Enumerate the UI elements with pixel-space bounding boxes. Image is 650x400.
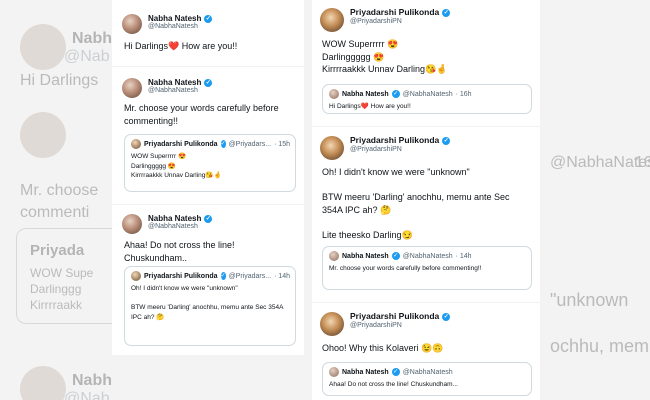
avatar xyxy=(131,139,141,149)
avatar xyxy=(329,89,339,99)
avatar[interactable] xyxy=(122,214,142,234)
avatar[interactable] xyxy=(320,136,344,160)
quoted-text: WOW Superrrrr 😍 Darlinggggg 😍 Kirrrraakk… xyxy=(131,153,222,179)
tweet-text: Hi Darlings❤️ How are you!! xyxy=(124,41,238,51)
tweet-text: Oh! I didn't know we were "unknown" BTW … xyxy=(322,167,510,240)
avatar[interactable] xyxy=(320,8,344,32)
quoted-author-handle: @Priyadars... xyxy=(228,140,272,148)
bg-text: Hi Darlings xyxy=(20,72,99,89)
quoted-tweet[interactable]: Priyadarshi Pulikonda ✓ @Priyadars... · … xyxy=(124,266,296,346)
tweet-header: Priyadarshi Pulikonda ✓ @PriyadarshiPN xyxy=(320,7,451,32)
author-name[interactable]: Nabha Natesh xyxy=(148,14,201,23)
tweet-text: WOW Superrrrr 😍 Darlinggggg 😍 Kirrrraakk… xyxy=(322,39,448,74)
verified-badge-icon: ✓ xyxy=(391,252,400,260)
bg-name: Nabha xyxy=(72,30,112,47)
bg-quote-line: Kirrrraakk xyxy=(30,298,83,312)
author-handle[interactable]: @PriyadarshiPN xyxy=(350,18,450,26)
quoted-author-handle: @NabhaNatesh xyxy=(402,90,453,98)
author-handle[interactable]: @PriyadarshiPN xyxy=(350,322,450,330)
avatar xyxy=(329,367,339,377)
author-handle[interactable]: @NabhaNatesh xyxy=(148,23,212,31)
author-handle[interactable]: @NabhaNatesh xyxy=(148,87,212,95)
quoted-text: Mr. choose your words carefully before c… xyxy=(329,265,482,272)
avatar xyxy=(20,112,66,158)
bg-text: commenti xyxy=(20,204,90,221)
background-left: Nabha @Nab Hi Darlings Mr. choose commen… xyxy=(0,0,112,400)
quoted-author-handle: @NabhaNatesh xyxy=(402,252,453,260)
avatar xyxy=(329,251,339,261)
quoted-tweet[interactable]: Nabha Natesh ✓ @NabhaNatesh Ahaa! Do not… xyxy=(322,362,532,396)
quoted-time: · 14h xyxy=(455,252,472,260)
bg-quote-line: WOW Supe xyxy=(30,266,94,280)
quoted-text: Oh! I didn't know we were "unknown" BTW … xyxy=(131,285,284,321)
bg-quote-box xyxy=(16,228,112,324)
avatar xyxy=(131,271,141,281)
verified-badge-icon: ✓ xyxy=(442,312,451,321)
author-name[interactable]: Nabha Natesh xyxy=(148,78,201,87)
quoted-tweet[interactable]: Nabha Natesh ✓ @NabhaNatesh · 16h Hi Dar… xyxy=(322,84,532,114)
author-name[interactable]: Priyadarshi Pulikonda xyxy=(350,311,439,322)
divider xyxy=(312,126,540,127)
quoted-time: · 16h xyxy=(455,90,472,98)
bg-handle: @Nab xyxy=(64,390,110,400)
bg-text: Mr. choose xyxy=(20,182,99,199)
tweet-header: Nabha Natesh ✓ @NabhaNatesh xyxy=(122,214,213,234)
author-name[interactable]: Priyadarshi Pulikonda xyxy=(350,7,439,18)
quoted-author-name: Nabha Natesh xyxy=(342,252,389,260)
verified-badge-icon: ✓ xyxy=(391,90,400,98)
verified-badge-icon: ✓ xyxy=(220,140,226,148)
bg-handle: @Nab xyxy=(64,48,110,65)
bg-text: "unknown xyxy=(550,290,629,310)
tweet-header: Nabha Natesh ✓ @NabhaNatesh xyxy=(122,14,213,34)
avatar xyxy=(20,366,66,400)
verified-badge-icon: ✓ xyxy=(391,368,400,376)
quoted-author-handle: @Priyadars... xyxy=(228,272,272,280)
verified-badge-icon: ✓ xyxy=(220,272,226,280)
avatar[interactable] xyxy=(122,78,142,98)
divider xyxy=(112,204,304,205)
bg-quote-name: Priyada xyxy=(30,242,85,259)
tweet-header: Priyadarshi Pulikonda ✓ @PriyadarshiPN xyxy=(320,311,451,336)
quoted-author-name: Priyadarshi Pulikonda xyxy=(144,272,218,280)
left-tweet-panel: Nabha Natesh ✓ @NabhaNatesh Hi Darlings❤️… xyxy=(112,0,304,355)
bg-handle: @NabhaNatesh xyxy=(550,154,650,171)
tweet-text: Ohoo! Why this Kolaveri 😉🙃 xyxy=(322,343,444,353)
avatar[interactable] xyxy=(122,14,142,34)
background-right: @NabhaNatesh · 16h "unknown ochhu, mem xyxy=(540,0,650,400)
verified-badge-icon: ✓ xyxy=(204,214,213,223)
quoted-time: · 15h xyxy=(274,140,291,148)
bg-text: ochhu, mem xyxy=(550,336,650,356)
author-handle[interactable]: @PriyadarshiPN xyxy=(350,146,450,154)
quoted-text: Ahaa! Do not cross the line! Chuskundham… xyxy=(329,381,458,388)
avatar xyxy=(20,24,66,70)
divider xyxy=(112,66,304,67)
divider xyxy=(312,302,540,303)
verified-badge-icon: ✓ xyxy=(204,14,213,23)
bg-time: · 16h xyxy=(625,154,650,171)
quoted-author-name: Priyadarshi Pulikonda xyxy=(144,140,218,148)
tweet-text: Mr. choose your words carefully before c… xyxy=(124,103,279,126)
right-tweet-panel: Priyadarshi Pulikonda ✓ @PriyadarshiPN WO… xyxy=(312,0,540,400)
bg-name: Nabha xyxy=(72,372,112,389)
author-name[interactable]: Nabha Natesh xyxy=(148,214,201,223)
bg-quote-line: Darlinggg xyxy=(30,282,82,296)
verified-badge-icon: ✓ xyxy=(204,78,213,87)
quoted-author-name: Nabha Natesh xyxy=(342,90,389,98)
tweet-header: Nabha Natesh ✓ @NabhaNatesh xyxy=(122,78,213,98)
avatar[interactable] xyxy=(320,312,344,336)
verified-badge-icon: ✓ xyxy=(442,8,451,17)
quoted-time: · 14h xyxy=(274,272,291,280)
quoted-text: Hi Darlings❤️ How are you!! xyxy=(329,103,411,110)
tweet-text: Ahaa! Do not cross the line! Chuskundham… xyxy=(124,240,235,263)
quoted-author-handle: @NabhaNatesh xyxy=(402,368,453,376)
tweet-header: Priyadarshi Pulikonda ✓ @PriyadarshiPN xyxy=(320,135,451,160)
author-handle[interactable]: @NabhaNatesh xyxy=(148,223,212,231)
quoted-author-name: Nabha Natesh xyxy=(342,368,389,376)
author-name[interactable]: Priyadarshi Pulikonda xyxy=(350,135,439,146)
quoted-tweet[interactable]: Nabha Natesh ✓ @NabhaNatesh · 14h Mr. ch… xyxy=(322,246,532,290)
quoted-tweet[interactable]: Priyadarshi Pulikonda ✓ @Priyadars... · … xyxy=(124,134,296,192)
verified-badge-icon: ✓ xyxy=(442,136,451,145)
